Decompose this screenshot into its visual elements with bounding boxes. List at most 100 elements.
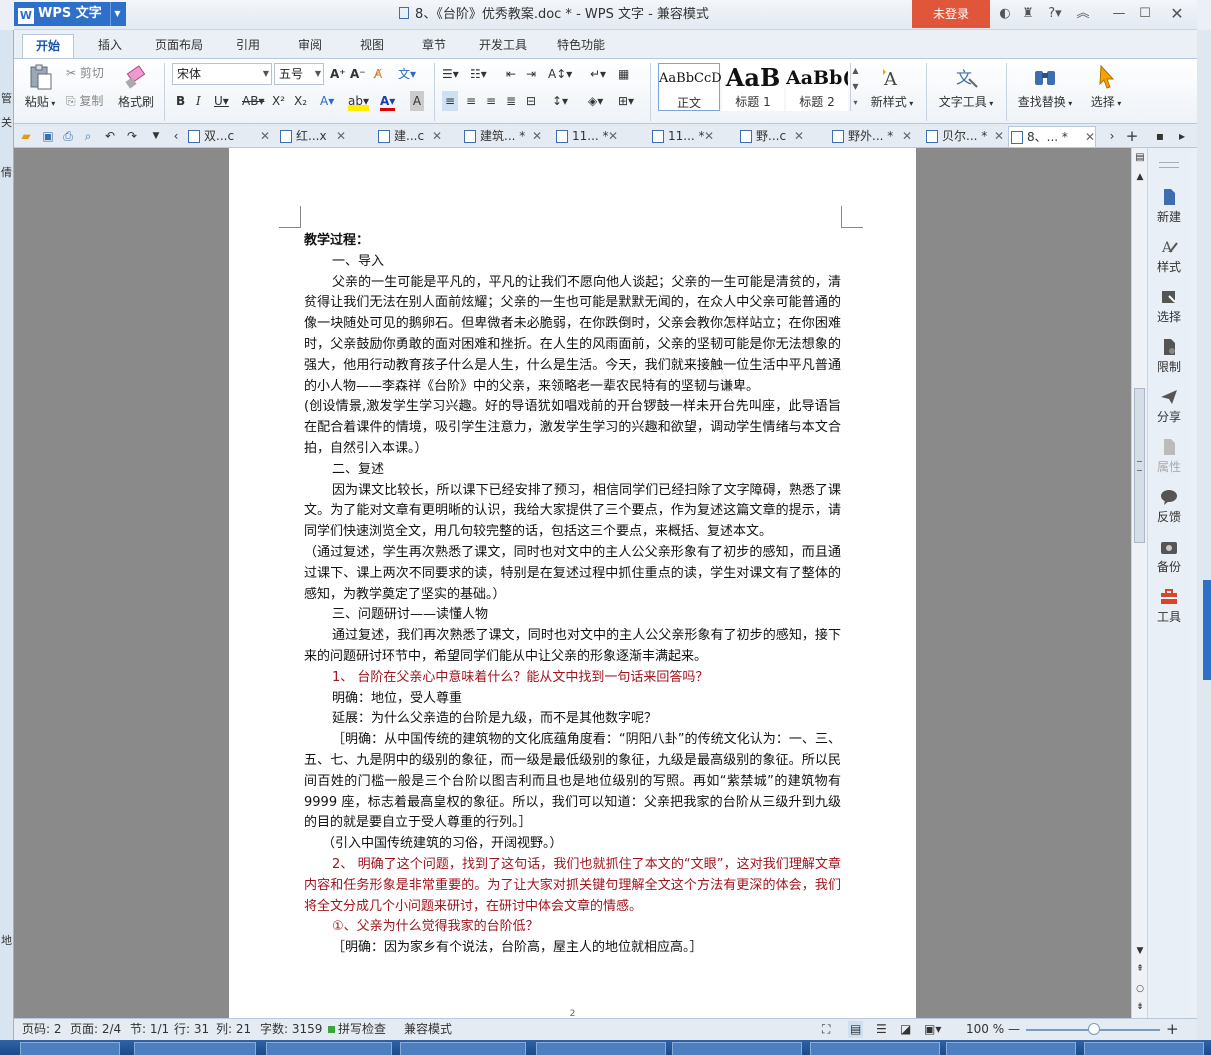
zoom-out-icon[interactable]: —: [1008, 1019, 1020, 1040]
taskbar-item[interactable]: [400, 1042, 526, 1055]
ruler-toggle-icon[interactable]: ▤: [1135, 152, 1145, 163]
status-word-count[interactable]: 字数: 3159: [260, 1019, 322, 1040]
close-tab-icon[interactable]: ✕: [902, 126, 912, 146]
superscript-icon[interactable]: X²: [272, 91, 285, 111]
tab-review[interactable]: 审阅: [286, 34, 334, 58]
spell-check-toggle[interactable]: 拼写检查: [328, 1019, 386, 1040]
doc-paragraph[interactable]: 父亲的一生可能是平凡的，平凡的让我们不愿向他人谈起；父亲的一生可能是清贫的，清贫…: [304, 273, 841, 398]
focus-mode-icon[interactable]: ⛶: [822, 1019, 830, 1040]
highlight-icon[interactable]: ab▾: [348, 91, 369, 111]
pane-tools-button[interactable]: 工具: [1148, 588, 1190, 625]
tab-special[interactable]: 特色功能: [548, 34, 614, 58]
doc-paragraph[interactable]: 明确：地位，受人尊重: [304, 689, 841, 710]
taskbar-item[interactable]: [266, 1042, 392, 1055]
pane-properties-button[interactable]: 属性: [1148, 438, 1190, 475]
increase-indent-icon[interactable]: ⇥: [526, 64, 536, 84]
help-icon[interactable]: ?▾: [1042, 5, 1068, 23]
italic-icon[interactable]: I: [196, 91, 201, 111]
tab-chapter[interactable]: 章节: [410, 34, 458, 58]
taskbar-item[interactable]: [672, 1042, 802, 1055]
clear-format-icon[interactable]: A̸: [374, 64, 382, 84]
next-page-icon[interactable]: ⇟: [1135, 1002, 1145, 1012]
pane-backup-button[interactable]: 备份: [1148, 538, 1190, 575]
doc-tab[interactable]: 建...c ✕: [376, 126, 442, 147]
doc-tab[interactable]: 11... * ✕: [650, 126, 714, 147]
select-button[interactable]: 选择 ▾: [1082, 63, 1130, 110]
scroll-thumb[interactable]: [1134, 388, 1145, 543]
pane-select-button[interactable]: 选择: [1148, 288, 1190, 325]
doc-tab[interactable]: 野外... * ✕: [830, 126, 912, 147]
tab-scroll-left-icon[interactable]: ‹: [168, 128, 184, 144]
maximize-icon[interactable]: ☐: [1136, 5, 1154, 23]
pane-feedback-button[interactable]: 反馈: [1148, 488, 1190, 525]
doc-tab[interactable]: 贝尔... * ✕: [924, 126, 1004, 147]
close-tab-icon[interactable]: ✕: [1085, 127, 1095, 147]
pane-grip-icon[interactable]: [1159, 162, 1179, 168]
doc-paragraph[interactable]: 1、 台阶在父亲心中意味着什么？能从文中找到一句话来回答吗？: [304, 668, 841, 689]
outline-view-icon[interactable]: ☰: [876, 1019, 887, 1040]
doc-paragraph[interactable]: ①、父亲为什么觉得我家的台阶低？: [304, 917, 841, 938]
doc-tab[interactable]: 双...c ✕: [186, 126, 270, 147]
document-area[interactable]: 教学过程： 一、导入 父亲的一生可能是平凡的，平凡的让我们不愿向他人谈起；父亲的一生…: [14, 148, 1131, 1018]
underline-icon[interactable]: U▾: [214, 91, 229, 111]
scroll-up-icon[interactable]: ▲: [1135, 172, 1145, 182]
doc-tab[interactable]: 野...c ✕: [738, 126, 804, 147]
taskbar-item[interactable]: [536, 1042, 666, 1055]
grow-font-icon[interactable]: A⁺: [330, 64, 346, 84]
redo-icon[interactable]: ↷: [124, 128, 140, 144]
doc-paragraph[interactable]: 2、 明确了这个问题，找到了这句话，我们也就抓住了本文的“文眼”，这对我们理解文…: [304, 855, 841, 917]
close-tab-icon[interactable]: ✕: [532, 126, 542, 146]
tab-options-icon[interactable]: ▸: [1174, 128, 1190, 144]
copy-button[interactable]: ⎘ 复制: [66, 91, 103, 111]
print-preview-icon[interactable]: ⌕: [80, 128, 96, 144]
doc-tab[interactable]: 红...x ✕: [278, 126, 346, 147]
doc-tab[interactable]: 11... * ✕: [554, 126, 618, 147]
prev-page-icon[interactable]: ⇞: [1135, 964, 1145, 974]
find-replace-button[interactable]: 查找替换 ▾: [1012, 63, 1078, 110]
doc-paragraph[interactable]: 教学过程：: [304, 231, 841, 252]
pane-share-button[interactable]: 分享: [1148, 388, 1190, 425]
font-color-icon[interactable]: A▾: [380, 91, 396, 111]
shrink-font-icon[interactable]: A⁻: [350, 64, 366, 84]
text-effect-icon[interactable]: A▾: [320, 91, 334, 111]
minimize-icon[interactable]: —: [1110, 5, 1128, 23]
skin-icon[interactable]: ◐: [996, 5, 1014, 23]
zoom-slider-thumb[interactable]: [1088, 1023, 1100, 1035]
doc-paragraph[interactable]: 通过复述，我们再次熟悉了课文，同时也对文中的主人公父亲形象有了初步的感知，接下来…: [304, 626, 841, 668]
table-border-icon[interactable]: ▦: [618, 64, 629, 84]
bold-icon[interactable]: B: [176, 91, 185, 111]
text-tools-button[interactable]: 文 文字工具 ▾: [932, 63, 1000, 110]
tab-list-icon[interactable]: ▪: [1152, 128, 1168, 144]
tab-home[interactable]: 开始: [22, 34, 74, 58]
subscript-icon[interactable]: X₂: [294, 91, 307, 111]
font-case-icon[interactable]: A↕▾: [548, 64, 572, 84]
phonetic-icon[interactable]: 文▾: [398, 64, 416, 84]
style-heading-1[interactable]: AaB 标题 1: [722, 63, 784, 111]
doc-paragraph[interactable]: ［明确：从中国传统的建筑物的文化底蕴角度看：“阴阳八卦”的传统文化认为：一、三、…: [304, 730, 841, 834]
taskbar-item[interactable]: [810, 1042, 940, 1055]
collapse-ribbon-icon[interactable]: ︽: [1074, 5, 1092, 23]
vertical-scrollbar[interactable]: ▤ ▲ ▼ ⇞ ○ ⇟: [1131, 148, 1147, 1018]
doc-tab[interactable]: 建筑... * ✕: [462, 126, 542, 147]
doc-paragraph[interactable]: （通过复述，学生再次熟悉了课文，同时也对文中的主人公父亲形象有了初步的感知，而且…: [304, 543, 841, 605]
distribute-icon[interactable]: ⊟: [526, 91, 536, 111]
new-style-button[interactable]: A 新样式 ▾: [866, 63, 918, 110]
pane-new-button[interactable]: 新建: [1148, 188, 1190, 225]
style-heading-2[interactable]: AaBb(标题 2: [786, 63, 848, 111]
tab-view[interactable]: 视图: [348, 34, 396, 58]
zoom-in-icon[interactable]: +: [1166, 1019, 1179, 1040]
doc-paragraph[interactable]: 一、导入: [304, 252, 841, 273]
tab-insert[interactable]: 插入: [86, 34, 134, 58]
taskbar-item[interactable]: [1084, 1042, 1204, 1055]
pane-style-button[interactable]: A 样式: [1148, 238, 1190, 275]
style-scroll[interactable]: ▲ ▼ ▾: [850, 63, 860, 111]
zoom-level[interactable]: 100 %: [966, 1019, 1004, 1040]
read-mode-icon[interactable]: ▣▾: [924, 1019, 941, 1040]
taskbar-item[interactable]: [946, 1042, 1076, 1055]
doc-paragraph[interactable]: ［明确：因为家乡有个说法，台阶高，屋主人的地位就相应高。］: [304, 938, 841, 959]
close-tab-icon[interactable]: ✕: [432, 126, 442, 146]
doc-paragraph[interactable]: (创设情景,激发学生学习兴趣。好的导语犹如唱戏前的开台锣鼓一样未开台先叫座，此导…: [304, 397, 841, 459]
borders-icon[interactable]: ⊞▾: [618, 91, 634, 111]
numbering-icon[interactable]: ☷▾: [470, 64, 487, 84]
save-icon[interactable]: ▣: [40, 128, 56, 144]
